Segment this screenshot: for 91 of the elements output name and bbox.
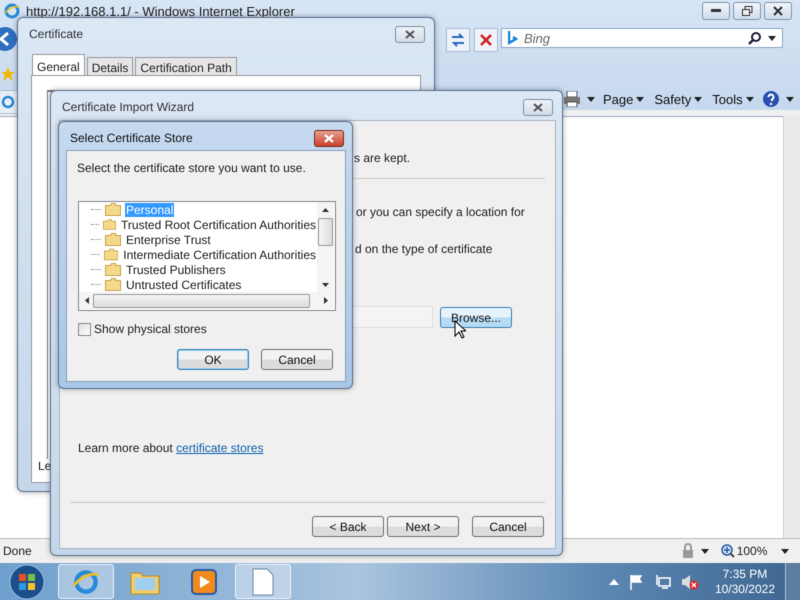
- store-item[interactable]: Intermediate Certification Authorities: [122, 248, 317, 262]
- scrollbar[interactable]: [317, 202, 334, 292]
- scrollbar[interactable]: [783, 116, 800, 538]
- show-hidden-icons-icon[interactable]: [608, 578, 619, 584]
- folder-icon: [104, 248, 118, 261]
- wizard-button[interactable]: Next >: [387, 516, 459, 537]
- checkbox-label: Show physical stores: [94, 322, 207, 336]
- close-button[interactable]: [314, 130, 344, 147]
- clock-date: 10/30/2022: [714, 582, 775, 596]
- close-icon: [324, 134, 334, 143]
- scroll-left-icon[interactable]: [85, 297, 89, 304]
- tab[interactable]: Certification Path: [135, 57, 237, 76]
- zoom-icon[interactable]: [720, 544, 735, 558]
- bing-logo-icon: [508, 30, 518, 46]
- wizard-button[interactable]: < Back: [312, 516, 384, 537]
- zoom-level[interactable]: 100%: [736, 544, 768, 558]
- caret-icon: [636, 96, 644, 102]
- browser-logo-icon: [72, 568, 100, 596]
- store-field[interactable]: [352, 306, 433, 328]
- favorites-star-icon[interactable]: [1, 67, 15, 81]
- store-item[interactable]: Trusted Root Certification Authorities: [120, 218, 317, 232]
- tab[interactable]: General: [32, 54, 85, 76]
- folder-icon: [105, 278, 121, 291]
- close-button[interactable]: [395, 26, 425, 43]
- dropdown-arrow-icon[interactable]: [587, 96, 595, 102]
- close-icon: [773, 6, 783, 16]
- browse-button[interactable]: Browse...: [440, 307, 512, 328]
- scroll-up-icon[interactable]: [322, 208, 329, 212]
- tab-page-icon[interactable]: [1, 94, 15, 110]
- document-icon: [252, 568, 274, 596]
- toolbar-menu[interactable]: Page: [601, 92, 646, 106]
- clock-time: 7:35 PM: [722, 566, 768, 582]
- restore-button[interactable]: [733, 2, 761, 20]
- help-text: Learn more about: [78, 441, 173, 455]
- caret-icon: [694, 96, 702, 102]
- window-title: http://192.168.1.1/ - Windows Internet Explorer: [26, 4, 295, 18]
- dropdown-arrow-icon[interactable]: [786, 96, 794, 102]
- help-icon[interactable]: [762, 90, 780, 108]
- checkbox[interactable]: [78, 322, 91, 336]
- dialog-button[interactable]: OK: [177, 349, 249, 370]
- folder-icon: [105, 233, 121, 246]
- close-button[interactable]: [523, 99, 553, 116]
- dialog-button[interactable]: Cancel: [261, 349, 333, 370]
- stop-icon[interactable]: [474, 28, 498, 52]
- minimize-button[interactable]: [702, 2, 730, 20]
- wizard-button[interactable]: Cancel: [472, 516, 544, 537]
- close-icon: [405, 30, 415, 39]
- window-title: Certificate: [29, 27, 84, 41]
- toolbar-menu[interactable]: Safety: [652, 92, 704, 106]
- dropdown-arrow-icon[interactable]: [700, 548, 709, 554]
- tab[interactable]: Details: [86, 57, 134, 76]
- minimize-icon: [711, 9, 721, 13]
- taskbar-button[interactable]: [235, 564, 291, 599]
- muted-speaker-icon[interactable]: [680, 574, 699, 590]
- folder-icon: [105, 263, 121, 276]
- taskbar-button[interactable]: [58, 564, 114, 599]
- scrollbar[interactable]: [79, 292, 334, 309]
- info-text: Le: [38, 459, 52, 473]
- folder-icon: [105, 203, 121, 216]
- media-player-icon: [190, 568, 218, 596]
- prompt-text: Select the certificate store you want to use.: [77, 161, 307, 175]
- restore-icon: [742, 6, 752, 16]
- refresh-icon[interactable]: [446, 28, 470, 52]
- store-item[interactable]: Trusted Publishers: [125, 262, 227, 276]
- dropdown-arrow-icon[interactable]: [768, 36, 776, 40]
- store-item[interactable]: Untrusted Certificates: [125, 278, 242, 292]
- network-icon[interactable]: [654, 574, 671, 590]
- window-title: Certificate Import Wizard: [62, 100, 194, 114]
- status-text: Done: [3, 544, 32, 558]
- caret-icon: [746, 96, 754, 102]
- flag-icon[interactable]: [628, 574, 645, 590]
- store-item[interactable]: Enterprise Trust: [125, 232, 212, 246]
- clock[interactable]: 7:35 PM 10/30/2022: [714, 566, 775, 596]
- dropdown-arrow-icon[interactable]: [781, 548, 790, 554]
- scroll-right-icon[interactable]: [324, 297, 328, 304]
- scroll-down-icon[interactable]: [322, 283, 329, 287]
- description-text: s are kept.: [354, 151, 410, 165]
- search-box[interactable]: Bing: [501, 28, 783, 48]
- browser-logo-icon: [4, 3, 20, 19]
- folder-icon: [103, 218, 116, 231]
- search-icon[interactable]: [748, 31, 762, 45]
- description-text: d on the type of certificate: [355, 242, 492, 256]
- close-button[interactable]: [764, 2, 792, 20]
- certificate-stores-link[interactable]: certificate stores: [176, 441, 264, 455]
- description-text: or you can specify a location for: [356, 205, 525, 219]
- search-field[interactable]: Bing: [524, 30, 742, 46]
- toolbar-menu[interactable]: Tools: [710, 92, 756, 106]
- close-icon: [533, 103, 543, 112]
- start-button-icon[interactable]: [8, 562, 46, 600]
- print-icon[interactable]: [563, 91, 581, 107]
- window-title: Select Certificate Store: [70, 131, 193, 145]
